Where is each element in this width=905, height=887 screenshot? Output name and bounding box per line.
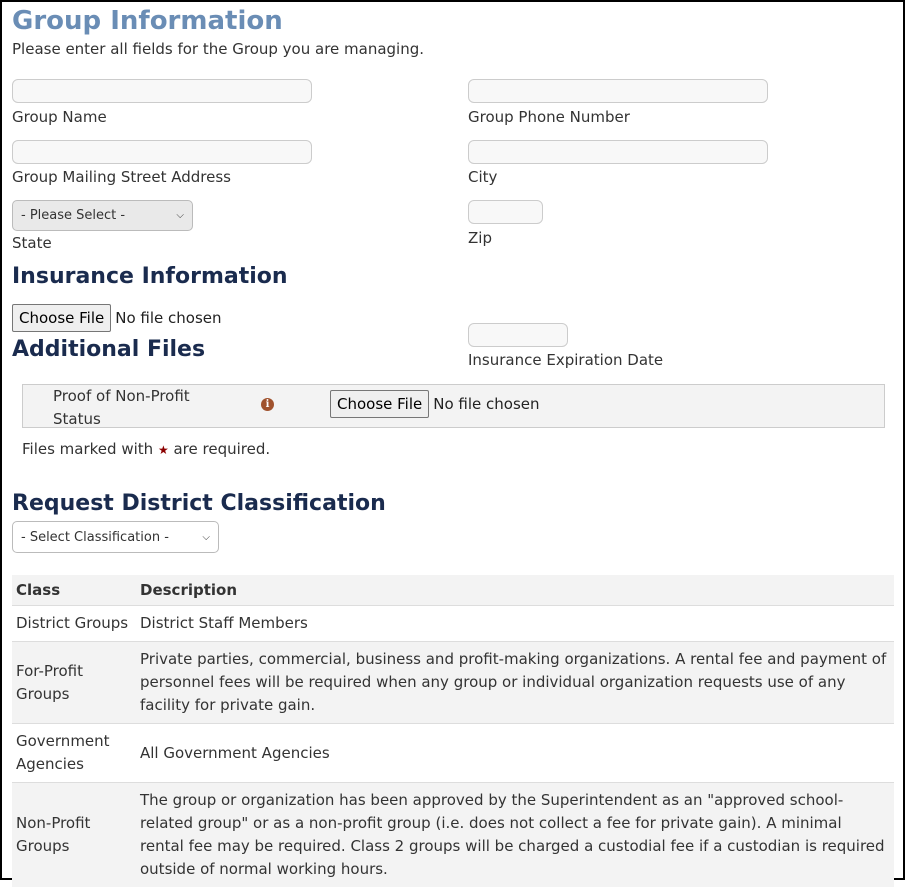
additional-files-title: Additional Files	[12, 337, 205, 362]
page-subtitle: Please enter all fields for the Group yo…	[12, 40, 424, 58]
state-select-value: - Please Select -	[21, 208, 125, 223]
table-header-row: Class Description	[12, 575, 894, 606]
city-label: City	[468, 168, 497, 186]
required-note-prefix: Files marked with	[22, 440, 153, 458]
classification-table: Class Description District Groups Distri…	[12, 575, 894, 887]
description-cell: The group or organization has been appro…	[136, 783, 894, 887]
table-row: District Groups District Staff Members	[12, 606, 894, 642]
class-cell: Government Agencies	[12, 724, 136, 783]
insurance-file-picker: Choose File No file chosen	[12, 304, 222, 332]
city-input[interactable]	[468, 140, 768, 164]
description-cell: All Government Agencies	[136, 724, 894, 783]
zip-input[interactable]	[468, 200, 543, 224]
page-title: Group Information	[12, 6, 283, 36]
required-note-suffix: are required.	[173, 440, 270, 458]
column-header-class: Class	[12, 575, 136, 606]
chevron-down-icon: ⌵	[176, 210, 184, 221]
classification-select[interactable]: - Select Classification - ⌵	[12, 521, 219, 553]
additional-choose-file-button[interactable]: Choose File	[330, 390, 429, 418]
additional-file-row: Proof of Non-Profit Status i Choose File…	[22, 384, 885, 428]
table-row: Non-Profit Groups The group or organizat…	[12, 783, 894, 887]
additional-file-label: Proof of Non-Profit Status	[53, 385, 213, 431]
state-select[interactable]: - Please Select - ⌵	[12, 200, 193, 231]
column-header-description: Description	[136, 575, 894, 606]
class-cell: For-Profit Groups	[12, 642, 136, 724]
chevron-down-icon: ⌵	[202, 532, 210, 543]
class-cell: Non-Profit Groups	[12, 783, 136, 887]
group-name-input[interactable]	[12, 79, 312, 103]
additional-file-picker: Choose File No file chosen	[330, 390, 540, 418]
insurance-no-file-text: No file chosen	[115, 309, 221, 327]
required-star-icon: ★	[158, 443, 169, 457]
group-address-input[interactable]	[12, 140, 312, 164]
additional-no-file-text: No file chosen	[433, 395, 539, 413]
insurance-choose-file-button[interactable]: Choose File	[12, 304, 111, 332]
classification-title: Request District Classification	[12, 491, 386, 516]
classification-select-value: - Select Classification -	[21, 530, 169, 545]
description-cell: District Staff Members	[136, 606, 894, 642]
zip-label: Zip	[468, 229, 492, 247]
required-note: Files marked with ★ are required.	[22, 440, 270, 458]
table-row: Government Agencies All Government Agenc…	[12, 724, 894, 783]
table-row: For-Profit Groups Private parties, comme…	[12, 642, 894, 724]
group-phone-input[interactable]	[468, 79, 768, 103]
state-label: State	[12, 234, 52, 252]
insurance-expiration-input[interactable]	[468, 323, 568, 347]
group-phone-label: Group Phone Number	[468, 108, 630, 126]
class-cell: District Groups	[12, 606, 136, 642]
info-icon[interactable]: i	[261, 398, 274, 411]
insurance-section-title: Insurance Information	[12, 264, 288, 289]
description-cell: Private parties, commercial, business an…	[136, 642, 894, 724]
group-name-label: Group Name	[12, 108, 107, 126]
group-address-label: Group Mailing Street Address	[12, 168, 231, 186]
insurance-expiration-label: Insurance Expiration Date	[468, 351, 663, 369]
